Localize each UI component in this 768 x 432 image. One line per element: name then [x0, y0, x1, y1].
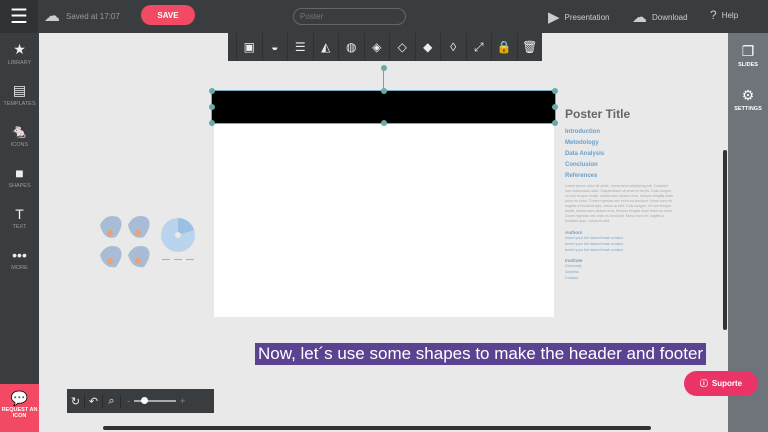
undo-icon[interactable]: ↶ — [85, 394, 103, 408]
text-icon: T — [15, 205, 24, 222]
sidebar-item-shapes[interactable]: ■ SHAPES — [0, 156, 39, 197]
selected-header-rectangle[interactable] — [211, 90, 556, 124]
rotate-handle[interactable] — [381, 65, 387, 71]
zoom-slider[interactable] — [134, 397, 176, 404]
resize-handle[interactable] — [552, 104, 558, 110]
resize-handle[interactable] — [381, 120, 387, 126]
shapes-icon: ■ — [15, 164, 24, 181]
redo-icon[interactable]: ↻ — [67, 394, 85, 408]
play-icon: ▶ — [548, 9, 560, 26]
bring-front-icon[interactable]: ◈ — [363, 33, 390, 61]
institute-line: Contact — [565, 276, 579, 280]
settings-icon: ⚙ — [741, 86, 755, 103]
hamburger-menu-icon[interactable]: ☰ — [0, 0, 38, 33]
zoom-in-icon[interactable]: + — [180, 396, 185, 406]
poster-section-heading: Conclusion — [565, 162, 598, 168]
opacity-icon[interactable]: ◍ — [338, 33, 364, 61]
cloud-download-icon: ☁ — [632, 9, 647, 26]
request-icon-button[interactable]: 💬 REQUEST AN ICON — [0, 384, 39, 432]
flip-icon[interactable]: ◭ — [312, 33, 339, 61]
sidebar-item-library[interactable]: ★ LIBRARY — [0, 33, 39, 74]
lock-icon[interactable]: 🔒 — [491, 33, 517, 61]
delete-icon[interactable]: 🗑 — [516, 33, 543, 61]
tutorial-caption: Now, let´s use some shapes to make the h… — [255, 343, 707, 365]
cloud-icon: ☁ — [44, 8, 60, 25]
zoom-slider-knob[interactable] — [141, 397, 148, 404]
library-icon: ★ — [13, 41, 26, 57]
bring-forward-icon[interactable]: ◇ — [389, 33, 415, 61]
left-sidebar: ★ LIBRARY ▤ TEMPLATES 🐁 ICONS ■ SHAPES T TEXT ••• M… — [0, 33, 39, 432]
slides-icon: ❐ — [741, 42, 755, 59]
poster-body: Lorem ipsum dolor sit amet, consectetur … — [565, 184, 674, 223]
save-button[interactable]: SAVE — [141, 5, 195, 25]
poster-section-heading: Metodology — [565, 140, 599, 146]
sidebar-item-icons[interactable]: 🐁 ICONS — [0, 115, 39, 156]
poster-section-heading: Data Analysis — [565, 151, 605, 157]
cell-icon — [128, 246, 150, 268]
cell-icon — [100, 246, 122, 268]
poster-title: Poster Title — [565, 107, 631, 121]
resize-handle[interactable] — [552, 88, 558, 94]
resize-handle[interactable] — [209, 120, 215, 126]
resize-handle[interactable] — [209, 104, 215, 110]
horizontal-scrollbar[interactable] — [103, 426, 651, 430]
templates-icon: ▤ — [12, 82, 27, 98]
resize-handle[interactable] — [552, 120, 558, 126]
zoom-controls: ↻ ↶ ⌕ - + — [67, 389, 214, 413]
resize-handle[interactable] — [381, 88, 387, 94]
zoom-out-icon[interactable]: - — [127, 396, 130, 406]
fill-icon[interactable]: ◒ — [261, 33, 288, 61]
icons-icon: 🐁 — [10, 123, 29, 139]
cell-icons-and-pie — [100, 216, 195, 268]
poster-title-input[interactable] — [293, 8, 406, 25]
image-icon[interactable]: ▣ — [236, 33, 262, 61]
sidebar-item-more[interactable]: ••• MORE — [0, 238, 39, 279]
author-line: Insert your full name/email contact — [565, 248, 623, 252]
send-back-icon[interactable]: ◊ — [440, 33, 466, 61]
presentation-button[interactable]: ▶ Presentation — [548, 8, 609, 26]
poster-section-heading: Introduction — [565, 129, 600, 135]
sidebar-item-slides[interactable]: ❐ SLIDES — [728, 33, 768, 77]
save-status: ☁ Saved at 17:07 — [44, 8, 120, 25]
sidebar-item-settings[interactable]: ⚙ SETTINGS — [728, 77, 768, 121]
sidebar-item-templates[interactable]: ▤ TEMPLATES — [0, 74, 39, 115]
help-button[interactable]: ? Help — [710, 8, 738, 22]
help-icon: ? — [710, 8, 717, 22]
resize-handle[interactable] — [209, 88, 215, 94]
zoom-icon[interactable]: ⌕ — [103, 394, 121, 408]
send-backward-icon[interactable]: ◆ — [414, 33, 441, 61]
poster-section-heading: References — [565, 173, 598, 179]
border-icon[interactable]: ☰ — [287, 33, 313, 61]
download-button[interactable]: ☁ Download — [632, 8, 688, 26]
poster-template-text: Poster Title Introduction Metodology Data … — [565, 107, 675, 281]
chat-icon: 💬 — [10, 390, 29, 406]
help-circle-icon: ⓘ — [699, 379, 708, 388]
vertical-scrollbar[interactable] — [723, 150, 727, 330]
resize-icon[interactable]: ⤢ — [465, 33, 492, 61]
support-button[interactable]: ⓘ Suporte — [684, 371, 758, 396]
top-bar: ☰ ☁Saved at 17:07 SAVE ▶Presentation ☁Do… — [0, 0, 768, 33]
more-icon: ••• — [12, 246, 27, 263]
sidebar-item-text[interactable]: T TEXT — [0, 197, 39, 238]
shape-toolbar: ▣ ◒ ☰ ◭ ◍ ◈ ◇ ◆ ◊ ⤢ 🔒 🗑 — [228, 33, 542, 61]
